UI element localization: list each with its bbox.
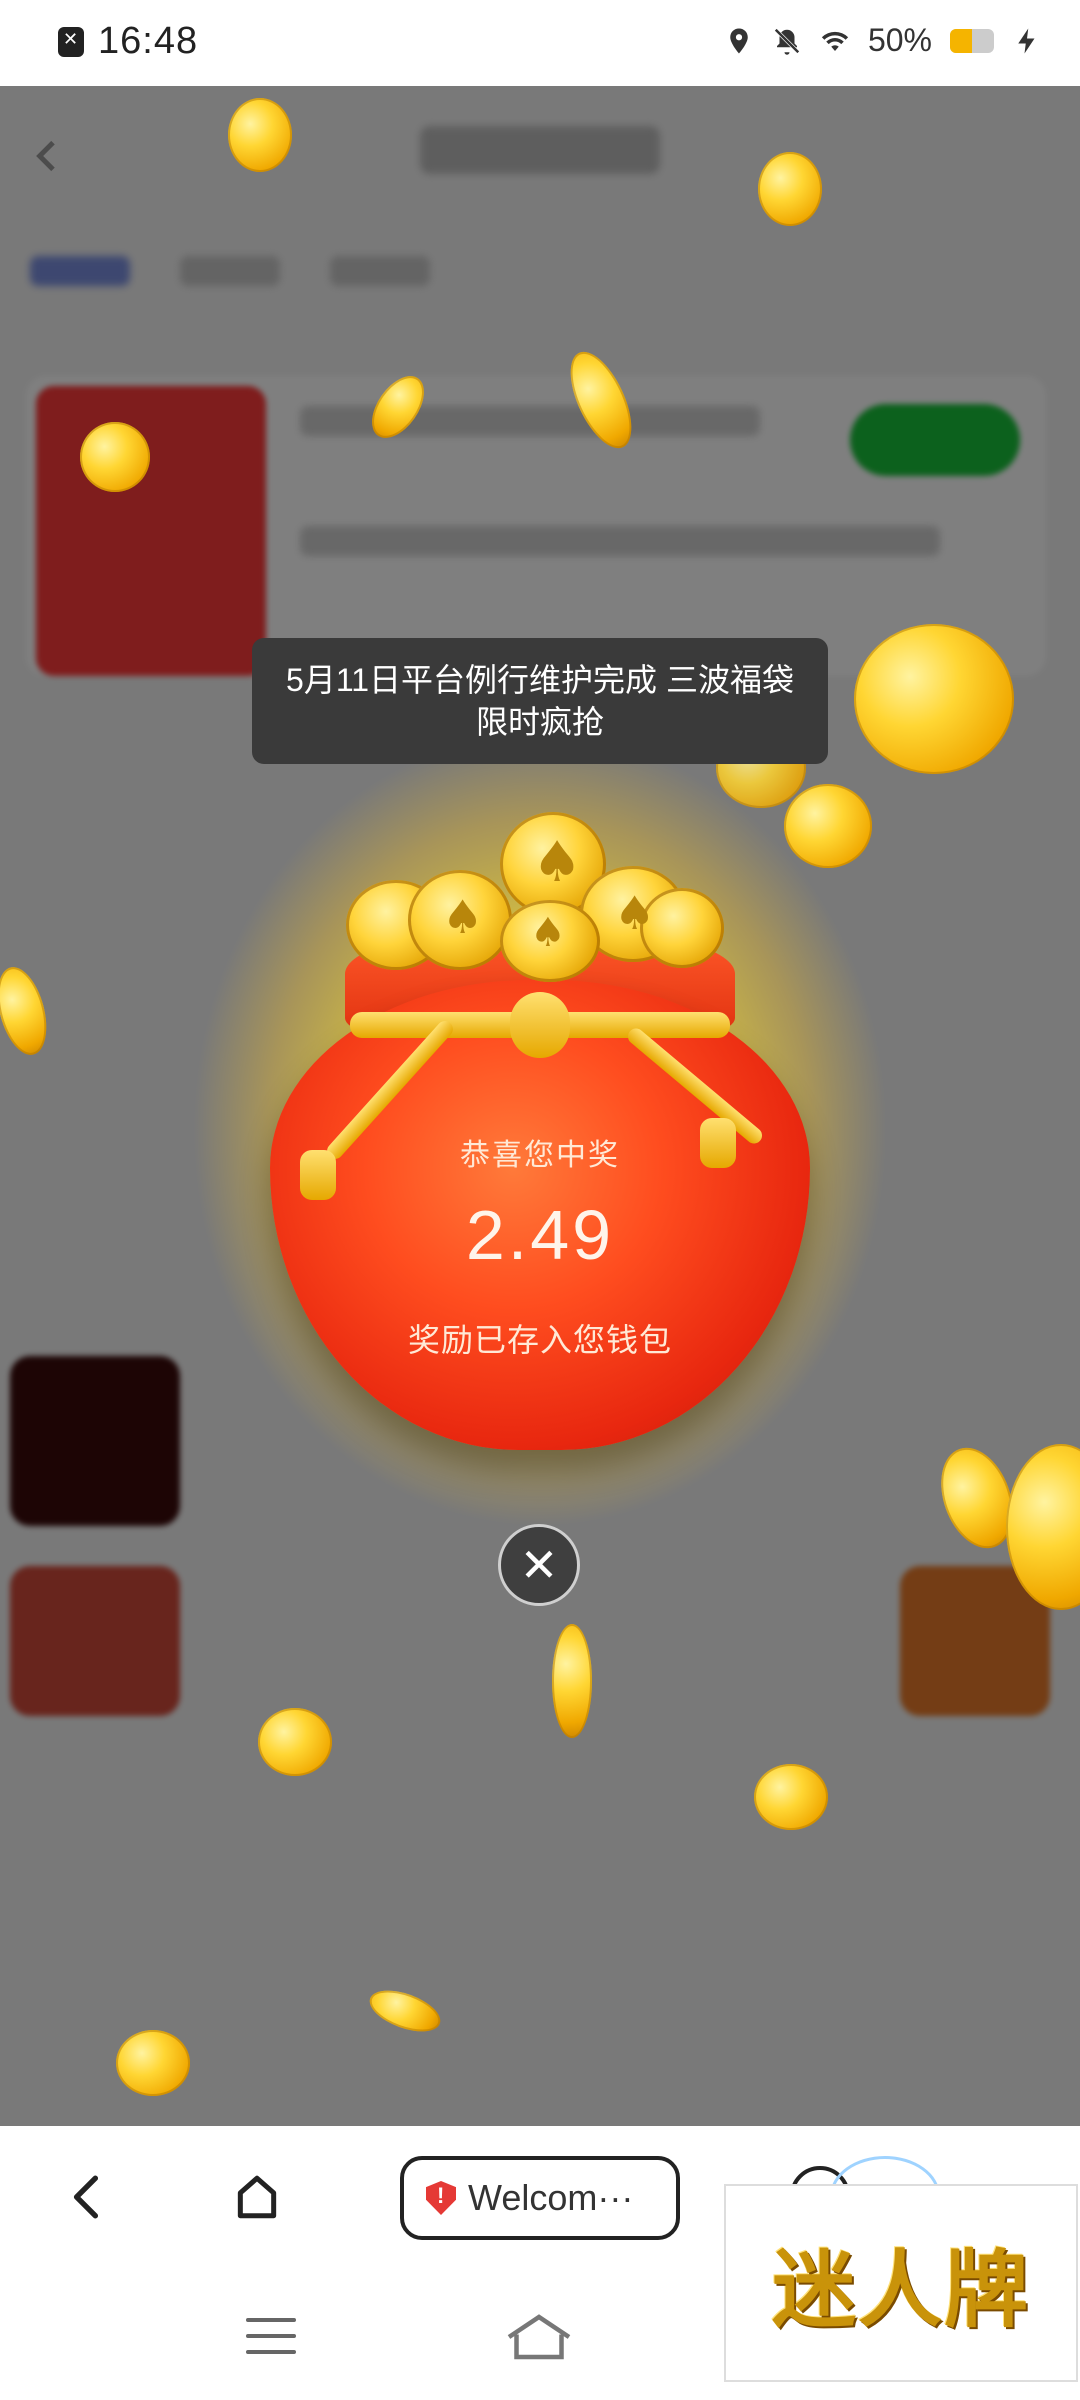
close-icon: ✕ (519, 1539, 559, 1591)
maintenance-toast: 5月11日平台例行维护完成 三波福袋 限时疯抢 (252, 638, 828, 764)
spade-icon: ♠ (530, 910, 566, 956)
wifi-icon (821, 31, 849, 51)
congrats-text: 恭喜您中奖 (460, 1139, 620, 1172)
coin-decoration (758, 152, 822, 226)
home-button[interactable] (232, 2172, 282, 2222)
battery-percent: 50% (867, 22, 932, 58)
app-notification-icon (58, 26, 84, 57)
spade-icon: ♠ (614, 886, 656, 940)
watermark-text: 迷人牌 (771, 2239, 1030, 2339)
watermark-logo: 迷人牌 (724, 2184, 1078, 2382)
prize-stored-text: 奖励已存入您钱包 (407, 1322, 672, 1358)
coin-decoration (552, 1624, 592, 1738)
spade-icon: ♠ (442, 890, 484, 944)
address-bar-text: Welcom··· (468, 2177, 634, 2218)
menu-icon[interactable] (246, 2318, 296, 2366)
coin-decoration (754, 1764, 828, 1830)
close-button[interactable]: ✕ (498, 1524, 580, 1606)
address-bar[interactable]: Welcom··· (400, 2156, 680, 2240)
spade-icon: ♠ (532, 830, 583, 895)
coin-decoration (80, 422, 150, 492)
battery-icon (950, 28, 994, 53)
bag-rope (510, 992, 570, 1058)
coin-decoration (228, 98, 292, 172)
battery-fill (950, 28, 972, 53)
charging-icon (1018, 28, 1035, 53)
mute-icon (774, 27, 800, 55)
coin-decoration (116, 2030, 190, 2096)
system-home-icon[interactable] (504, 2312, 574, 2362)
back-button[interactable] (62, 2172, 112, 2222)
security-warning-icon (426, 2181, 456, 2215)
status-bar: 16:48 50% (0, 0, 1080, 86)
prize-amount: 2.49 (465, 1196, 615, 1274)
location-icon (730, 28, 748, 53)
status-time: 16:48 (98, 20, 199, 62)
coin-decoration (258, 1708, 332, 1776)
